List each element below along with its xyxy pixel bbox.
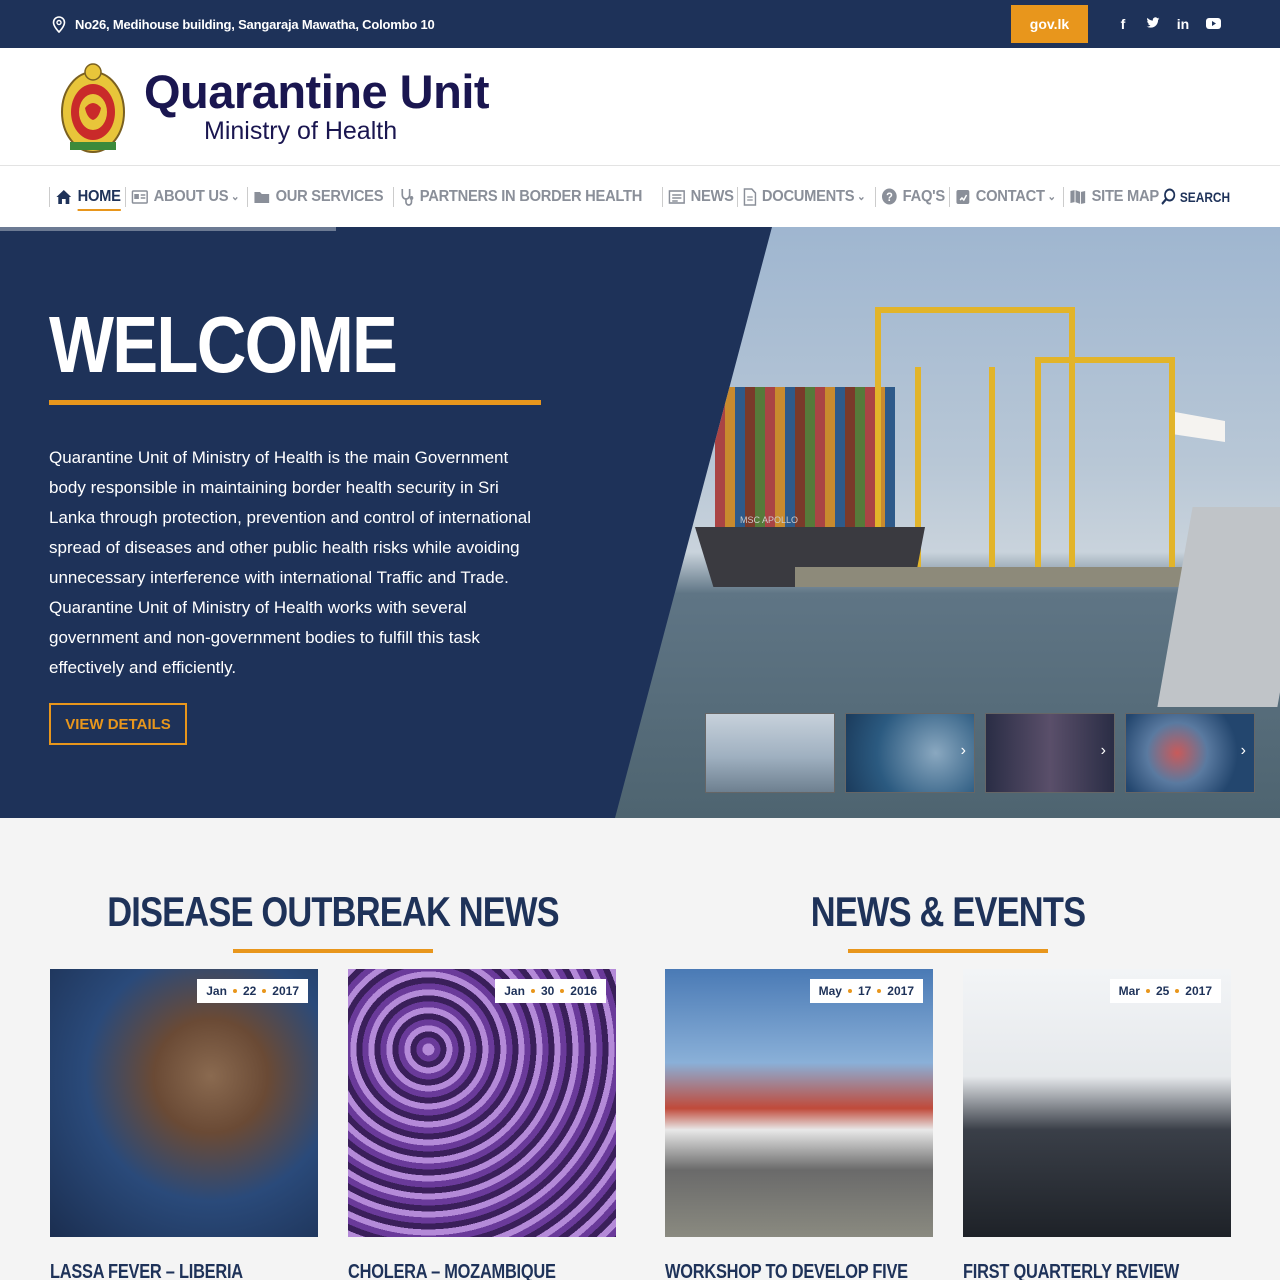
gov-lk-button[interactable]: gov.lk xyxy=(1011,5,1088,43)
date-badge: May 17 2017 xyxy=(809,979,923,1003)
site-header: Quarantine Unit Ministry of Health xyxy=(0,48,1280,166)
chevron-right-icon: › xyxy=(960,742,966,759)
chevron-down-icon: ⌄ xyxy=(230,191,240,203)
nav-item-news[interactable]: NEWS xyxy=(663,166,739,227)
chevron-right-icon: › xyxy=(1100,742,1106,759)
view-details-button[interactable]: VIEW DETAILS xyxy=(49,703,187,745)
svg-text:MSC APOLLO: MSC APOLLO xyxy=(740,515,798,525)
nav-item-home[interactable]: HOME xyxy=(50,166,126,227)
linkedin-icon[interactable]: in xyxy=(1168,16,1198,32)
slider-progress-bar xyxy=(0,227,336,231)
folder-icon xyxy=(253,190,270,204)
news-title-workshop[interactable]: WORKSHOP TO DEVELOP FIVE xyxy=(665,1261,908,1280)
nav-label-home: HOME xyxy=(77,188,121,211)
location-pin-icon xyxy=(52,15,66,33)
nav-label-contact: CONTACT xyxy=(975,187,1045,205)
hero-slider: MSC APOLLO WELCOME Quarantine Unit of Mi… xyxy=(0,227,1280,818)
nav-item-site-map[interactable]: SITE MAP xyxy=(1064,166,1164,227)
nav-item-partners[interactable]: PARTNERS IN BORDER HEALTH xyxy=(394,166,648,227)
nav-label-faqs: FAQ'S xyxy=(902,187,945,205)
date-badge: Jan 30 2016 xyxy=(495,979,606,1003)
date-badge: Jan 22 2017 xyxy=(197,979,308,1003)
id-card-icon xyxy=(131,189,148,204)
slide-thumbnail-port[interactable] xyxy=(705,713,835,793)
disease-outbreak-heading: DISEASE OUTBREAK NEWS xyxy=(107,888,559,935)
map-icon xyxy=(1069,189,1086,204)
heading-underline xyxy=(233,949,433,953)
address: No26, Medihouse building, Sangaraja Mawa… xyxy=(52,15,435,33)
news-card-quarterly-review[interactable]: Mar 25 2017 xyxy=(963,969,1231,1237)
date-badge: Mar 25 2017 xyxy=(1109,979,1221,1003)
top-bar: No26, Medihouse building, Sangaraja Mawa… xyxy=(0,0,1280,48)
chevron-down-icon: ⌄ xyxy=(1047,191,1056,203)
news-title-lassa[interactable]: LASSA FEVER – LIBERIA xyxy=(50,1261,243,1280)
news-title-quarterly-review[interactable]: FIRST QUARTERLY REVIEW xyxy=(963,1261,1179,1280)
nav-label-documents: DOCUMENTS xyxy=(762,187,855,205)
search-button[interactable]: SEARCH xyxy=(1161,166,1230,227)
ship-name-label: MSC APOLLO xyxy=(740,515,798,525)
sri-lanka-emblem-icon[interactable] xyxy=(60,60,126,154)
question-icon: ? xyxy=(881,188,897,205)
nav-label-about-us: ABOUT US xyxy=(153,187,229,205)
facebook-icon[interactable]: f xyxy=(1108,16,1138,32)
youtube-icon[interactable] xyxy=(1198,16,1228,32)
site-subtitle: Ministry of Health xyxy=(204,116,398,145)
search-label: SEARCH xyxy=(1179,188,1230,205)
twitter-icon[interactable] xyxy=(1138,16,1168,32)
newspaper-icon xyxy=(668,189,685,204)
chevron-right-icon: › xyxy=(1240,742,1246,759)
hero-title-underline xyxy=(49,400,541,405)
slide-thumbnail-mask[interactable]: › xyxy=(845,713,975,793)
nav-label-news: NEWS xyxy=(690,187,734,205)
slider-thumbnails: › › › xyxy=(705,713,1255,793)
hero-description: Quarantine Unit of Ministry of Health is… xyxy=(49,448,531,677)
nav-item-contact[interactable]: CONTACT ⌄ xyxy=(950,166,1061,227)
address-text: No26, Medihouse building, Sangaraja Mawa… xyxy=(75,16,435,32)
hero-title: WELCOME xyxy=(49,300,398,389)
nav-item-documents[interactable]: DOCUMENTS ⌄ xyxy=(738,166,871,227)
site-title[interactable]: Quarantine Unit xyxy=(144,67,490,116)
stethoscope-icon xyxy=(399,188,414,206)
nav-item-our-services[interactable]: OUR SERVICES xyxy=(248,166,389,227)
news-sections: DISEASE OUTBREAK NEWS NEWS & EVENTS Jan 2… xyxy=(0,818,1280,1280)
news-title-cholera[interactable]: CHOLERA – MOZAMBIQUE xyxy=(348,1261,556,1280)
nav-label-our-services: OUR SERVICES xyxy=(275,187,384,205)
main-nav: HOME ABOUT US ⌄ OUR SERVICES PARTNERS IN… xyxy=(0,166,1280,227)
news-events-heading: NEWS & EVENTS xyxy=(810,888,1086,935)
heading-underline xyxy=(848,949,1048,953)
news-card-cholera[interactable]: Jan 30 2016 xyxy=(348,969,616,1237)
phone-book-icon xyxy=(955,189,970,205)
news-card-workshop[interactable]: May 17 2017 xyxy=(665,969,933,1237)
document-icon xyxy=(744,187,757,206)
news-card-lassa[interactable]: Jan 22 2017 xyxy=(50,969,318,1237)
nav-label-partners: PARTNERS IN BORDER HEALTH xyxy=(419,187,643,205)
slide-thumbnail-child[interactable]: › xyxy=(985,713,1115,793)
nav-item-faqs[interactable]: ? FAQ'S xyxy=(876,166,950,227)
svg-text:?: ? xyxy=(886,192,893,204)
home-icon xyxy=(56,189,73,205)
slide-thumbnail-virus[interactable]: › xyxy=(1125,713,1255,793)
chevron-down-icon: ⌄ xyxy=(857,191,866,203)
search-icon xyxy=(1161,188,1176,205)
nav-item-about-us[interactable]: ABOUT US ⌄ xyxy=(126,166,245,227)
nav-label-site-map: SITE MAP xyxy=(1091,187,1159,205)
